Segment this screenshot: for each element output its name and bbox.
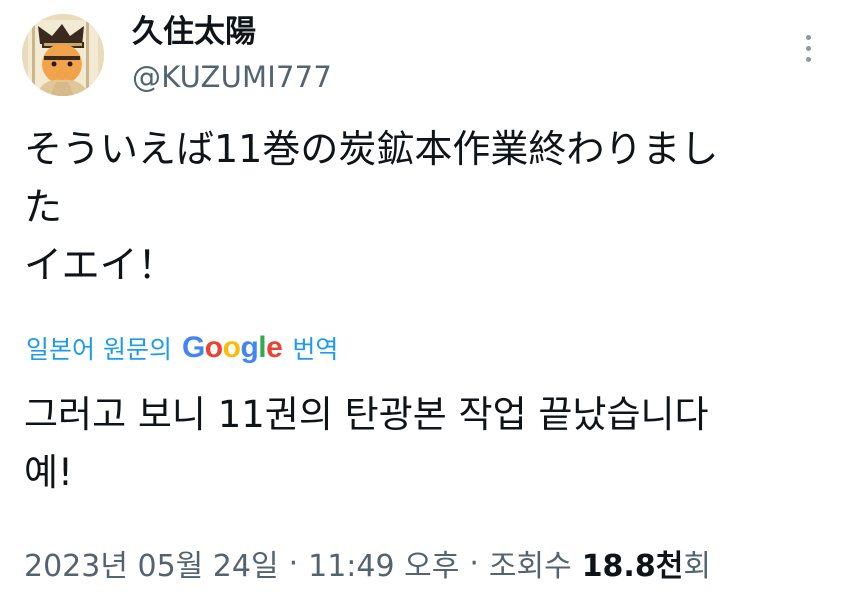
google-logo-letter: g xyxy=(240,331,259,364)
tweet-text-line: そういえば11巻の炭鉱本作業終わりまし xyxy=(24,127,719,171)
more-vertical-icon xyxy=(805,56,811,62)
views-count: 18.8천 xyxy=(581,549,684,584)
tweet-text-line: イエイ！ xyxy=(24,243,176,287)
user-handle[interactable]: @KUZUMI777 xyxy=(132,58,332,96)
profile-avatar-illustration xyxy=(22,14,104,96)
tweet-card: 久住太陽 @KUZUMI777 そういえば11巻の炭鉱本作業終わりまし た イエ… xyxy=(0,0,850,595)
views-unit: 회 xyxy=(683,549,711,584)
google-logo-letter: o xyxy=(222,331,241,364)
google-logo-letter: G xyxy=(181,331,205,364)
translated-text-line: 예! xyxy=(24,451,73,494)
tweet-text-line: た xyxy=(24,185,63,229)
avatar[interactable] xyxy=(22,14,104,96)
google-logo-letter: e xyxy=(266,331,283,364)
translation-attribution: 일본어 원문의 Google 번역 xyxy=(26,328,338,368)
google-logo-letter: o xyxy=(204,331,223,364)
translate-link[interactable]: 번역 xyxy=(292,330,338,366)
meta-separator: · xyxy=(469,545,479,581)
google-logo: Google xyxy=(181,331,283,365)
translation-prefix: 일본어 원문의 xyxy=(26,335,172,364)
translated-text: 그러고 보니 11권의 탄광본 작업 끝났습니다 예! xyxy=(24,386,824,502)
more-options-button[interactable] xyxy=(796,26,820,70)
more-vertical-icon xyxy=(805,45,811,51)
more-vertical-icon xyxy=(805,34,811,40)
tweet-date[interactable]: 2023년 05월 24일 xyxy=(24,541,279,585)
tweet-meta: 2023년 05월 24일 · 11:49 오후 · 조회수 18.8천 회 xyxy=(24,540,711,586)
meta-separator: · xyxy=(288,545,299,581)
translated-text-line: 그러고 보니 11권의 탄광본 작업 끝났습니다 xyxy=(24,393,709,436)
google-logo-letter: l xyxy=(258,331,267,364)
tweet-text: そういえば11巻の炭鉱本作業終わりまし た イエイ！ xyxy=(24,120,824,294)
views-label: 조회수 xyxy=(488,549,572,584)
tweet-time[interactable]: 11:49 오후 xyxy=(308,541,459,585)
display-name[interactable]: 久住太陽 xyxy=(132,12,256,52)
